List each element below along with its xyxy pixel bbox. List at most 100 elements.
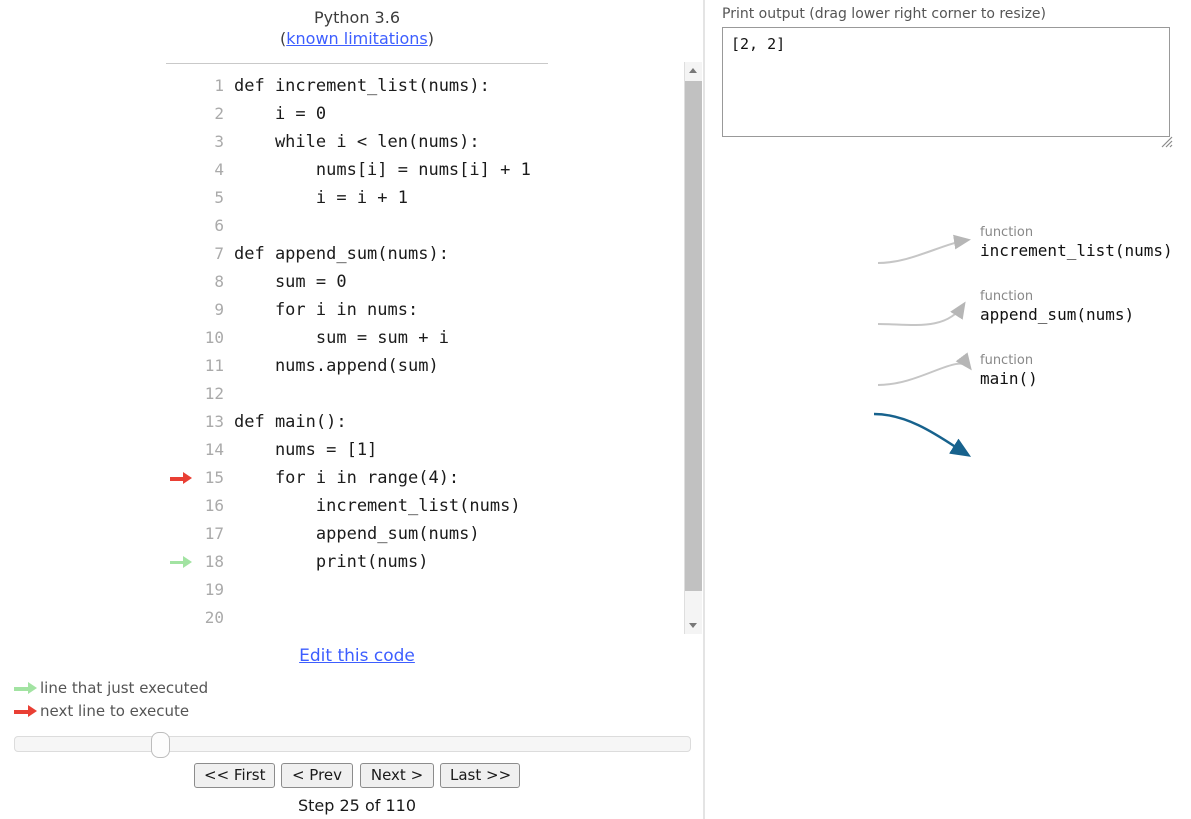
code-listing[interactable]: 1 def increment_list(nums): 2 i = 03 while… xyxy=(166,72,682,634)
code-line[interactable]: 1 def increment_list(nums): xyxy=(166,72,682,100)
code-line-gutter xyxy=(166,464,198,492)
code-line[interactable]: 3 while i < len(nums): xyxy=(166,128,682,156)
code-line-gutter xyxy=(166,184,198,212)
code-line-number: 19 xyxy=(204,580,224,599)
code-line[interactable]: 21 main() xyxy=(166,632,682,634)
step-slider[interactable] xyxy=(14,732,691,758)
code-line[interactable]: 10 sum = sum + i xyxy=(166,324,682,352)
code-line-text: def append_sum(nums): xyxy=(234,244,449,264)
code-line-number: 14 xyxy=(204,440,224,459)
object-type-label: function xyxy=(980,289,1034,304)
code-line-number: 17 xyxy=(204,524,224,543)
known-limitations-link[interactable]: known limitations xyxy=(286,29,428,48)
code-line[interactable]: 6 xyxy=(166,212,682,240)
code-line-gutter xyxy=(166,548,198,576)
code-line-number: 4 xyxy=(214,160,224,179)
code-line-number: 10 xyxy=(204,328,224,347)
code-line-gutter xyxy=(166,296,198,324)
object-value-label: main() xyxy=(980,369,1038,388)
code-line[interactable]: 13 def main(): xyxy=(166,408,682,436)
code-line-text: while i < len(nums): xyxy=(234,132,480,152)
code-line[interactable]: 14 nums = [1] xyxy=(166,436,682,464)
code-line-gutter xyxy=(166,240,198,268)
code-line-gutter xyxy=(166,408,198,436)
code-line-gutter xyxy=(166,492,198,520)
last-button[interactable]: Last >> xyxy=(440,763,520,788)
code-line-number: 3 xyxy=(214,132,224,151)
code-line[interactable]: 15 for i in range(4): xyxy=(166,464,682,492)
object-value-label: increment_list(nums) xyxy=(980,241,1173,260)
object-type-label: function xyxy=(980,225,1034,240)
scrollbar-thumb[interactable] xyxy=(685,81,702,591)
code-line-gutter xyxy=(166,128,198,156)
code-line-text: increment_list(nums) xyxy=(234,496,521,516)
code-line-text: i = i + 1 xyxy=(234,188,408,208)
scroll-down-icon[interactable] xyxy=(685,617,702,634)
print-output-box[interactable]: [2, 2] xyxy=(722,27,1170,137)
code-line[interactable]: 11 nums.append(sum) xyxy=(166,352,682,380)
code-scrollbar[interactable] xyxy=(684,62,702,634)
code-line-gutter xyxy=(166,380,198,408)
code-line-text: main() xyxy=(234,632,295,634)
code-line-number: 1 xyxy=(214,76,224,95)
scroll-up-icon[interactable] xyxy=(685,62,702,79)
resize-grip-icon[interactable] xyxy=(1161,136,1173,148)
code-line-text: print(nums) xyxy=(234,552,429,572)
code-line-number: 6 xyxy=(214,216,224,235)
next-button[interactable]: Next > xyxy=(360,763,434,788)
code-line-text: nums[i] = nums[i] + 1 xyxy=(234,160,531,180)
visualization-pane: Print output (drag lower right corner to… xyxy=(706,0,1191,819)
red-arrow-icon xyxy=(14,705,38,717)
code-line-gutter xyxy=(166,576,198,604)
known-limitations-line: (known limitations) xyxy=(166,29,548,49)
code-line[interactable]: 4 nums[i] = nums[i] + 1 xyxy=(166,156,682,184)
code-line-number: 20 xyxy=(204,608,224,627)
code-line-number: 9 xyxy=(214,300,224,319)
code-line-text: for i in range(4): xyxy=(234,468,460,488)
code-line[interactable]: 5 i = i + 1 xyxy=(166,184,682,212)
print-output-label: Print output (drag lower right corner to… xyxy=(722,6,1047,22)
code-line[interactable]: 17 append_sum(nums) xyxy=(166,520,682,548)
step-slider-thumb[interactable] xyxy=(151,732,170,758)
code-top-divider xyxy=(166,63,548,64)
code-line[interactable]: 19 xyxy=(166,576,682,604)
code-line[interactable]: 9 for i in nums: xyxy=(166,296,682,324)
code-line-number: 21 xyxy=(198,632,224,634)
code-line-text: i = 0 xyxy=(234,104,327,124)
legend-just-executed-label: line that just executed xyxy=(40,679,209,697)
code-line[interactable]: 20 xyxy=(166,604,682,632)
code-line[interactable]: 16 increment_list(nums) xyxy=(166,492,682,520)
code-line[interactable]: 7 def append_sum(nums): xyxy=(166,240,682,268)
code-line[interactable]: 12 xyxy=(166,380,682,408)
code-line-gutter xyxy=(166,604,198,632)
code-line-text: nums.append(sum) xyxy=(234,356,439,376)
code-line[interactable]: 18 print(nums) xyxy=(166,548,682,576)
code-line-text: sum = 0 xyxy=(234,272,347,292)
code-line[interactable]: 8 sum = 0 xyxy=(166,268,682,296)
python-version-label: Python 3.6 xyxy=(314,8,400,27)
python-tutor-visualizer: Python 3.6 (known limitations) 1 def incr… xyxy=(0,0,1191,819)
code-line-text: sum = sum + i xyxy=(234,328,449,348)
code-line-number: 13 xyxy=(204,412,224,431)
code-line-gutter xyxy=(166,212,198,240)
code-line-gutter xyxy=(166,156,198,184)
first-button[interactable]: << First xyxy=(194,763,275,788)
code-line-number: 5 xyxy=(214,188,224,207)
code-pane: Python 3.6 (known limitations) 1 def incr… xyxy=(0,0,703,819)
code-line-number: 7 xyxy=(214,244,224,263)
code-line-gutter xyxy=(166,268,198,296)
code-line-text: nums = [1] xyxy=(234,440,378,460)
edit-this-code-link[interactable]: Edit this code xyxy=(299,646,415,666)
code-line-number: 12 xyxy=(204,384,224,403)
next-line-arrow-icon xyxy=(170,472,192,484)
prev-button[interactable]: < Prev xyxy=(281,763,353,788)
executed-line-arrow-icon xyxy=(170,556,192,568)
legend-next-line-label: next line to execute xyxy=(40,702,190,720)
code-line-number: 18 xyxy=(204,552,224,571)
code-line-text: def main(): xyxy=(234,412,347,432)
object-type-label: function xyxy=(980,353,1034,368)
code-line-gutter xyxy=(166,324,198,352)
code-line-text: def increment_list(nums): xyxy=(234,76,490,96)
code-line[interactable]: 2 i = 0 xyxy=(166,100,682,128)
step-counter: Step 25 of 110 xyxy=(297,796,416,815)
